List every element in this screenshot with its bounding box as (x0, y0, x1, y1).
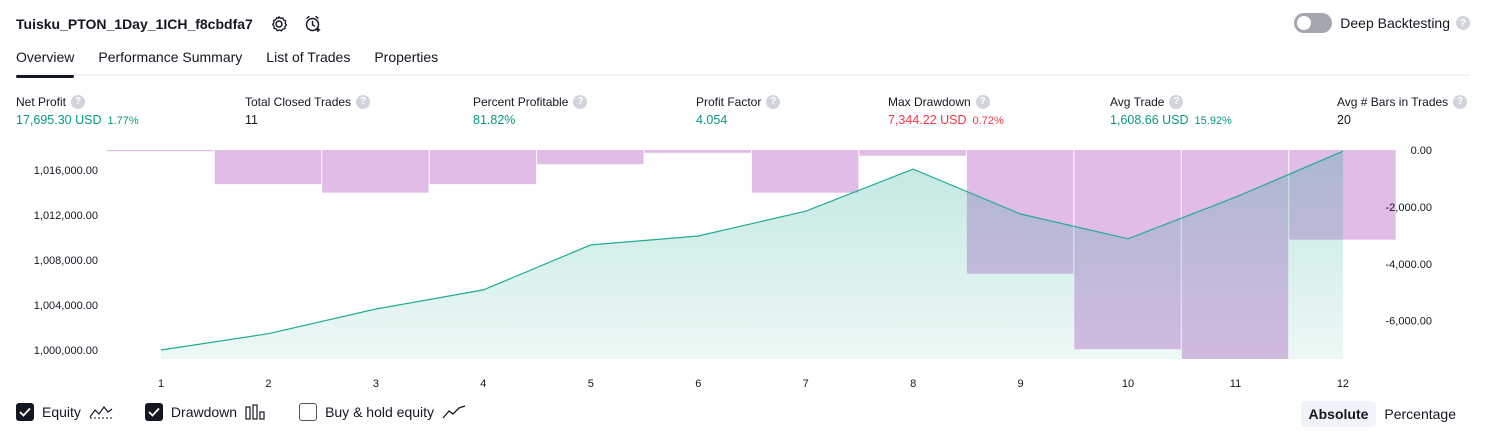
x-axis-tick-label: 12 (1337, 378, 1349, 390)
equity-line-icon (89, 404, 113, 420)
help-icon[interactable]: ? (766, 94, 781, 109)
equity-checkbox[interactable] (16, 403, 34, 421)
help-icon[interactable]: ? (71, 94, 86, 109)
metric-label: Avg Trade (1110, 94, 1165, 109)
metric-total-closed-trades: Total Closed Trades? 11 (245, 93, 371, 127)
left-axis-tick-label: 1,004,000.00 (34, 300, 98, 312)
x-axis-tick-label: 6 (695, 378, 701, 390)
report-header: Tuisku_PTON_1Day_1ICH_f8cbdfa7 (16, 12, 323, 36)
metric-percent-profitable: Percent Profitable? 81.82% (473, 93, 588, 127)
x-axis-tick-label: 4 (480, 378, 486, 390)
legend-equity[interactable]: Equity (16, 403, 113, 421)
x-axis-tick-label: 3 (373, 378, 379, 390)
drawdown-bar (751, 150, 859, 193)
metric-value: 81.82% (473, 113, 516, 127)
x-axis-tick-label: 11 (1230, 378, 1241, 390)
metric-value: 7,344.22 USD (888, 113, 967, 127)
buy-hold-line-icon (442, 404, 466, 420)
metric-percent: 0.72% (972, 115, 1004, 127)
metric-value: 1,608.66 USD (1110, 113, 1189, 127)
deep-backtesting-control: Deep Backtesting ? (1294, 13, 1470, 33)
x-axis-tick-label: 1 (158, 378, 164, 390)
legend-buy-hold-equity[interactable]: Buy & hold equity (299, 403, 466, 421)
left-axis-tick-label: 1,012,000.00 (34, 210, 98, 222)
metric-label: Avg # Bars in Trades (1337, 94, 1449, 109)
buy-hold-checkbox[interactable] (299, 403, 318, 421)
legend-label: Buy & hold equity (325, 404, 435, 420)
help-icon[interactable]: ? (356, 94, 371, 109)
legend-label: Equity (42, 404, 81, 420)
metric-avg-trade: Avg Trade? 1,608.66 USD 15.92% (1110, 93, 1232, 127)
metric-profit-factor: Profit Factor? 4.054 (696, 93, 781, 127)
tab-properties[interactable]: Properties (374, 44, 438, 76)
x-axis-tick-label: 8 (910, 378, 916, 390)
chart-legend: Equity Drawdown Buy & hold equity (16, 403, 498, 421)
left-axis-tick-label: 1,008,000.00 (34, 255, 98, 267)
metric-value: 11 (245, 113, 258, 127)
help-icon[interactable]: ? (975, 94, 990, 109)
scale-switch: Absolute Percentage (1300, 401, 1465, 427)
help-icon[interactable]: ? (1453, 94, 1468, 109)
legend-label: Drawdown (170, 404, 238, 420)
drawdown-bar (214, 150, 322, 185)
metric-label: Max Drawdown (888, 94, 971, 109)
help-icon[interactable]: ? (1169, 94, 1184, 109)
right-axis-tick-label: 0.00 (1411, 145, 1432, 157)
metric-value: 17,695.30 USD (16, 113, 102, 127)
metric-percent: 15.92% (1194, 115, 1232, 127)
strategy-title: Tuisku_PTON_1Day_1ICH_f8cbdfa7 (16, 16, 253, 32)
drawdown-checkbox[interactable] (144, 403, 163, 421)
metric-value: 4.054 (696, 113, 728, 127)
deep-backtesting-label: Deep Backtesting (1340, 15, 1450, 31)
percentage-button[interactable]: Percentage (1376, 401, 1464, 427)
metric-max-drawdown: Max Drawdown? 7,344.22 USD 0.72% (888, 93, 1004, 127)
absolute-button[interactable]: Absolute (1300, 401, 1377, 427)
x-axis-tick-label: 5 (588, 378, 594, 390)
right-axis-tick-label: -6,000.00 (1386, 316, 1432, 328)
metric-value: 20 (1337, 113, 1351, 127)
settings-gear-icon[interactable] (269, 14, 289, 34)
x-axis-tick-label: 10 (1122, 378, 1134, 390)
right-axis-tick-label: -4,000.00 (1386, 259, 1432, 271)
tab-list-of-trades[interactable]: List of Trades (266, 44, 350, 76)
drawdown-bar (322, 150, 429, 193)
drawdown-bars-icon (245, 404, 267, 420)
drawdown-bar (107, 150, 214, 152)
drawdown-bar (537, 150, 644, 165)
drawdown-bar (429, 150, 537, 185)
report-tabs: Overview Performance Summary List of Tra… (16, 44, 1470, 78)
metric-label: Percent Profitable (473, 94, 569, 109)
equity-drawdown-chart[interactable]: 1,000,000.00 1,004,000.00 1,008,000.00 1,01… (0, 140, 1486, 396)
help-icon[interactable]: ? (1456, 16, 1470, 30)
right-axis-tick-label: -2,000.00 (1386, 202, 1432, 214)
metric-percent: 1.77% (107, 115, 139, 127)
left-axis-tick-label: 1,000,000.00 (34, 345, 98, 357)
deep-backtesting-toggle[interactable] (1294, 13, 1333, 33)
tab-overview[interactable]: Overview (16, 44, 75, 78)
help-icon[interactable]: ? (573, 94, 588, 109)
metric-label: Profit Factor (696, 94, 762, 109)
x-axis-tick-label: 9 (1018, 378, 1024, 390)
drawdown-bar (644, 150, 751, 153)
metric-label: Net Profit (16, 94, 67, 109)
add-alert-clock-icon[interactable] (303, 14, 323, 34)
drawdown-bar (859, 150, 966, 156)
legend-drawdown[interactable]: Drawdown (144, 403, 267, 421)
metric-label: Total Closed Trades (245, 94, 352, 109)
x-axis-tick-label: 7 (803, 378, 809, 390)
left-axis-tick-label: 1,016,000.00 (34, 165, 98, 177)
tab-performance-summary[interactable]: Performance Summary (98, 44, 242, 76)
x-axis-tick-label: 2 (265, 378, 271, 390)
metric-net-profit: Net Profit? 17,695.30 USD 1.77% (16, 93, 139, 127)
metric-avg-bars-in-trades: Avg # Bars in Trades? 20 (1337, 93, 1468, 127)
